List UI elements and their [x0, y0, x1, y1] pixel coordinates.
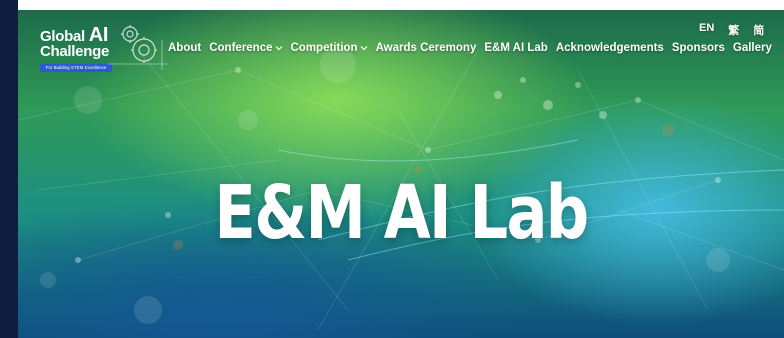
nav-awards-ceremony-label: Awards Ceremony [375, 42, 477, 54]
hero-title: E&M AI Lab [214, 170, 589, 256]
nav-about[interactable]: About [168, 42, 201, 54]
chevron-down-icon [360, 46, 368, 51]
nav-em-ai-lab-label: E&M AI Lab [484, 42, 548, 54]
logo-tagline: For Building STEM Excellence [40, 64, 112, 72]
left-dark-strip [0, 0, 18, 338]
nav-conference[interactable]: Conference [209, 42, 282, 54]
nav-sponsors-label: Sponsors [671, 42, 725, 54]
nav-acknowledgements-label: Acknowledgements [555, 42, 664, 54]
nav-awards-ceremony[interactable]: Awards Ceremony [376, 42, 477, 54]
nav-em-ai-lab[interactable]: E&M AI Lab [484, 42, 547, 54]
lang-traditional-chinese[interactable]: 繁 [728, 22, 739, 38]
hero-banner: Global AI Challenge For Building STEM Ex… [18, 10, 784, 338]
nav-conference-label: Conference [209, 42, 273, 54]
nav-competition-label: Competition [290, 42, 358, 54]
nav-gallery-label: Gallery [732, 42, 772, 54]
nav-competition[interactable]: Competition [291, 42, 368, 54]
gear-icon [108, 25, 168, 70]
main-navigation: About Conference Competition Awards Cere… [168, 42, 780, 54]
nav-sponsors[interactable]: Sponsors [672, 42, 725, 54]
nav-about-label: About [168, 42, 202, 54]
chevron-down-icon [275, 46, 282, 51]
nav-acknowledgements[interactable]: Acknowledgements [556, 42, 664, 54]
lang-simplified-chinese[interactable]: 简 [753, 22, 764, 38]
global-ai-challenge-logo[interactable]: Global AI Challenge For Building STEM Ex… [40, 24, 175, 74]
language-switcher: EN 繁 简 [699, 22, 778, 38]
lang-english[interactable]: EN [699, 22, 714, 38]
nav-gallery[interactable]: Gallery [733, 42, 772, 54]
logo-title-line2: Challenge [40, 43, 109, 60]
